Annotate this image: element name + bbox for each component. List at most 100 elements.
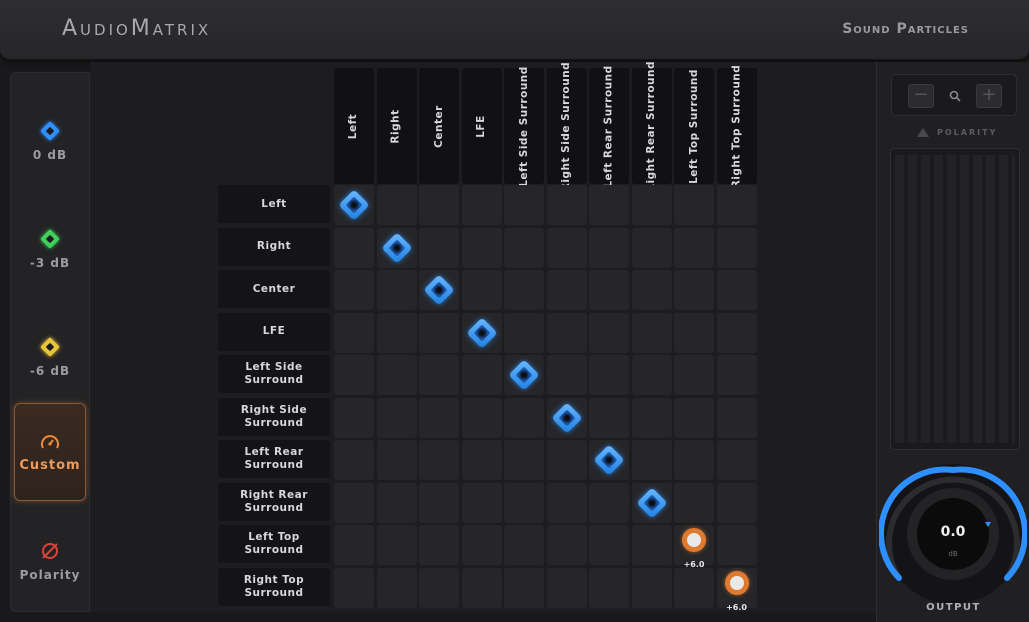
zoom-out-button[interactable]: −	[908, 84, 934, 108]
matrix-cell[interactable]	[334, 227, 374, 268]
custom-gain-knob-icon[interactable]	[724, 570, 749, 595]
custom-gain-knob-icon[interactable]	[682, 528, 706, 552]
matrix-cell[interactable]	[504, 397, 544, 438]
matrix-cell[interactable]	[376, 397, 417, 438]
matrix-cell[interactable]	[461, 227, 502, 268]
matrix-cell[interactable]	[631, 567, 672, 608]
matrix-cell[interactable]	[716, 312, 757, 353]
matrix-cell[interactable]	[546, 482, 587, 523]
matrix-cell[interactable]	[461, 185, 502, 225]
routing-node-icon[interactable]	[635, 486, 668, 519]
matrix-cell[interactable]	[504, 185, 544, 225]
matrix-cell[interactable]	[504, 312, 544, 353]
matrix-cell[interactable]	[589, 270, 629, 310]
gain-0db-button[interactable]: 0 dB	[14, 95, 86, 191]
routing-node-icon[interactable]	[465, 316, 498, 349]
matrix-cell[interactable]	[461, 397, 502, 438]
matrix-cell[interactable]	[504, 440, 544, 480]
matrix-cell[interactable]	[716, 270, 757, 310]
matrix-cell[interactable]	[334, 312, 374, 353]
matrix-cell[interactable]	[589, 482, 629, 523]
matrix-cell[interactable]	[376, 270, 417, 310]
matrix-cell[interactable]	[674, 440, 714, 480]
matrix-cell[interactable]	[631, 482, 672, 523]
matrix-cell[interactable]	[504, 525, 544, 565]
matrix-cell[interactable]	[546, 397, 587, 438]
custom-gain-button[interactable]: Custom	[14, 403, 86, 501]
matrix-cell[interactable]	[546, 440, 587, 480]
matrix-cell[interactable]	[461, 567, 502, 608]
matrix-cell[interactable]	[589, 440, 629, 480]
matrix-cell[interactable]	[674, 397, 714, 438]
matrix-cell[interactable]	[334, 185, 374, 225]
matrix-cell[interactable]	[461, 525, 502, 565]
matrix-cell[interactable]	[419, 525, 459, 565]
matrix-cell[interactable]	[334, 397, 374, 438]
matrix-cell[interactable]	[334, 270, 374, 310]
matrix-cell[interactable]	[419, 567, 459, 608]
matrix-cell[interactable]	[376, 227, 417, 268]
matrix-cell[interactable]	[589, 227, 629, 268]
routing-node-icon[interactable]	[338, 189, 370, 221]
matrix-cell[interactable]	[631, 185, 672, 225]
matrix-cell[interactable]	[589, 567, 629, 608]
matrix-cell[interactable]	[461, 440, 502, 480]
matrix-cell[interactable]	[716, 440, 757, 480]
matrix-cell[interactable]	[419, 185, 459, 225]
matrix-cell[interactable]	[376, 567, 417, 608]
matrix-cell[interactable]	[631, 397, 672, 438]
matrix-cell[interactable]	[631, 525, 672, 565]
matrix-cell[interactable]	[334, 567, 374, 608]
matrix-cell[interactable]	[419, 355, 459, 395]
matrix-cell[interactable]	[674, 270, 714, 310]
matrix-cell[interactable]	[674, 355, 714, 395]
matrix-cell[interactable]	[546, 355, 587, 395]
routing-node-icon[interactable]	[508, 359, 540, 391]
matrix-cell[interactable]	[589, 525, 629, 565]
matrix-cell[interactable]	[376, 482, 417, 523]
matrix-cell[interactable]	[419, 482, 459, 523]
matrix-cell[interactable]	[546, 270, 587, 310]
matrix-cell[interactable]	[716, 482, 757, 523]
matrix-cell[interactable]	[674, 227, 714, 268]
matrix-cell[interactable]	[631, 312, 672, 353]
matrix-cell[interactable]	[674, 185, 714, 225]
matrix-cell[interactable]	[376, 312, 417, 353]
routing-node-icon[interactable]	[380, 231, 413, 264]
zoom-in-button[interactable]: +	[976, 84, 1002, 108]
matrix-cell[interactable]	[419, 397, 459, 438]
routing-node-icon[interactable]	[550, 401, 583, 434]
matrix-cell[interactable]	[546, 312, 587, 353]
matrix-cell[interactable]	[716, 185, 757, 225]
matrix-cell[interactable]	[376, 525, 417, 565]
matrix-cell[interactable]	[631, 270, 672, 310]
matrix-cell[interactable]	[546, 227, 587, 268]
matrix-cell[interactable]	[716, 397, 757, 438]
matrix-cell[interactable]	[334, 355, 374, 395]
matrix-cell[interactable]	[376, 440, 417, 480]
matrix-cell[interactable]	[589, 185, 629, 225]
matrix-cell[interactable]	[631, 227, 672, 268]
matrix-cell[interactable]	[504, 270, 544, 310]
matrix-cell[interactable]	[504, 227, 544, 268]
matrix-cell[interactable]	[674, 312, 714, 353]
gain-minus3db-button[interactable]: -3 dB	[14, 203, 86, 299]
matrix-cell[interactable]	[419, 270, 459, 310]
matrix-cell[interactable]	[546, 185, 587, 225]
matrix-cell[interactable]	[461, 355, 502, 395]
matrix-cell[interactable]	[674, 482, 714, 523]
matrix-cell[interactable]	[589, 312, 629, 353]
matrix-cell[interactable]	[419, 440, 459, 480]
matrix-cell[interactable]	[674, 567, 714, 608]
matrix-cell[interactable]	[716, 355, 757, 395]
gain-minus6db-button[interactable]: -6 dB	[14, 311, 86, 407]
matrix-cell[interactable]	[504, 482, 544, 523]
routing-node-icon[interactable]	[593, 444, 625, 476]
output-dial[interactable]: 0.0 dB	[878, 460, 1028, 608]
matrix-cell[interactable]	[376, 355, 417, 395]
matrix-cell[interactable]	[504, 567, 544, 608]
matrix-cell[interactable]	[461, 312, 502, 353]
matrix-cell[interactable]	[376, 185, 417, 225]
matrix-cell[interactable]: +6.0	[674, 525, 714, 569]
matrix-cell[interactable]	[419, 227, 459, 268]
